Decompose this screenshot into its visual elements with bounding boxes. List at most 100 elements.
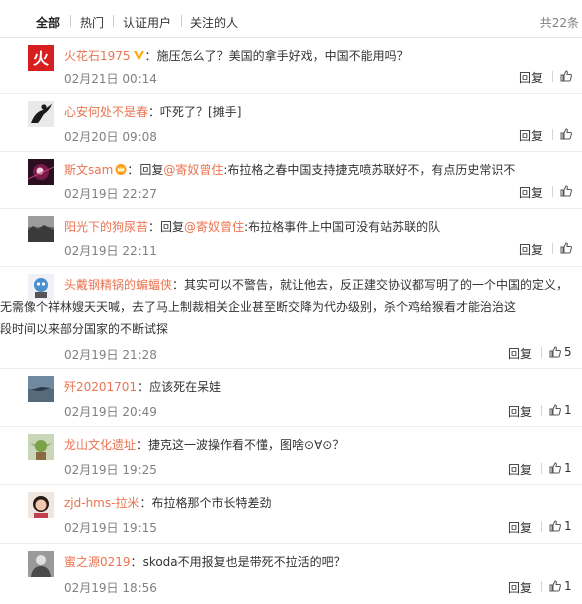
comment-text: 吓死了？[摊手] bbox=[160, 105, 242, 119]
thumbs-up-icon bbox=[560, 70, 572, 82]
reply-prefix: 回复 bbox=[139, 163, 164, 177]
comment-text: 应该死在呆娃 bbox=[149, 380, 222, 394]
thumbs-up-icon bbox=[549, 462, 561, 474]
user-avatar[interactable] bbox=[28, 216, 54, 242]
reply-button[interactable]: 回复 bbox=[519, 241, 543, 258]
like-button[interactable]: 1 bbox=[549, 579, 572, 593]
user-avatar[interactable] bbox=[28, 434, 54, 460]
comment-username[interactable]: 蜜之源0219 bbox=[64, 555, 131, 569]
crown-badge-icon bbox=[115, 164, 127, 175]
thumbs-up-icon bbox=[549, 580, 561, 592]
light-avatar-icon bbox=[28, 159, 54, 185]
like-button[interactable]: 5 bbox=[549, 345, 572, 359]
huo-avatar-icon: 火 bbox=[28, 45, 54, 71]
like-count: 5 bbox=[564, 345, 572, 359]
action-divider bbox=[541, 463, 542, 474]
action-divider bbox=[552, 71, 553, 82]
comment-time: 02月19日 18:56 bbox=[64, 581, 157, 595]
reply-button[interactable]: 回复 bbox=[508, 461, 532, 478]
comment-text: 捷克这一波操作看不懂，图啥⊙∀⊙？ bbox=[148, 438, 345, 452]
like-count: 1 bbox=[564, 461, 572, 475]
like-button[interactable] bbox=[560, 241, 572, 255]
comment-line: 心安何处不是春：吓死了？[摊手] bbox=[64, 105, 242, 119]
reply-button[interactable]: 回复 bbox=[508, 403, 532, 420]
comment-username[interactable]: zjd-hms-拉米 bbox=[64, 496, 139, 510]
comment-text: 布拉格那个市长特差劲 bbox=[151, 496, 272, 510]
user-avatar[interactable]: 火 bbox=[28, 45, 54, 71]
user-avatar[interactable] bbox=[28, 492, 54, 518]
like-button[interactable] bbox=[560, 184, 572, 198]
comment-time: 02月19日 20:49 bbox=[64, 405, 157, 419]
like-button[interactable] bbox=[560, 69, 572, 83]
comment-line: 歼20201701：应该死在呆娃 bbox=[64, 380, 222, 394]
comment-total-count: 共22条 bbox=[539, 16, 579, 30]
tab-divider bbox=[181, 15, 182, 27]
user-avatar[interactable] bbox=[28, 376, 54, 402]
reply-button[interactable]: 回复 bbox=[519, 127, 543, 144]
comment-time: 02月19日 19:15 bbox=[64, 521, 157, 535]
mention-link[interactable]: @寄奴曾住 bbox=[163, 163, 223, 177]
comment-username[interactable]: 头戴钢精锅的蝙蝠侠 bbox=[64, 278, 172, 292]
reply-button[interactable]: 回复 bbox=[508, 519, 532, 536]
comment-text: 其实可以不警告，就让他去，反正建交协议都写明了的一个中国的定义， bbox=[184, 278, 569, 292]
svg-text:火: 火 bbox=[33, 49, 50, 68]
tab-hot[interactable]: 热门 bbox=[80, 14, 104, 31]
comment-item: 火 火花石1975 ：施压怎么了？美国的拿手好戏，中国不能用吗？ 02月21日 0… bbox=[0, 38, 582, 94]
silhouette-avatar-icon bbox=[28, 101, 54, 127]
mention-link[interactable]: @寄奴曾住 bbox=[184, 220, 244, 234]
action-divider bbox=[541, 347, 542, 358]
user-avatar[interactable] bbox=[28, 551, 54, 577]
reply-button[interactable]: 回复 bbox=[519, 184, 543, 201]
action-divider bbox=[541, 405, 542, 416]
reply-button[interactable]: 回复 bbox=[508, 579, 532, 596]
action-divider bbox=[541, 581, 542, 592]
comment-line: 斯文sam ：回复@寄奴曾住:布拉格之春中国支持捷克喷苏联好不，有点历史常识不 bbox=[64, 163, 516, 177]
thumbs-up-icon bbox=[549, 520, 561, 532]
tab-divider bbox=[70, 15, 71, 27]
action-divider bbox=[552, 243, 553, 254]
like-button[interactable]: 1 bbox=[549, 519, 572, 533]
action-divider bbox=[552, 129, 553, 140]
reply-button[interactable]: 回复 bbox=[519, 69, 543, 86]
comment-text: :布拉格之春中国支持捷克喷苏联好不，有点历史常识不 bbox=[223, 163, 516, 177]
comment-username[interactable]: 阳光下的狗尿苔 bbox=[64, 220, 148, 234]
comment-username[interactable]: 心安何处不是春 bbox=[64, 105, 148, 119]
thumbs-up-icon bbox=[549, 404, 561, 416]
comment-item: 龙山文化遗址：捷克这一波操作看不懂，图啥⊙∀⊙？ 02月19日 19:25 回复… bbox=[0, 427, 582, 485]
comment-username[interactable]: 斯文sam bbox=[64, 163, 113, 177]
tab-verified-users[interactable]: 认证用户 bbox=[123, 14, 171, 31]
yoda-avatar-icon bbox=[28, 434, 54, 460]
tab-all[interactable]: 全部 bbox=[36, 14, 60, 31]
reply-button[interactable]: 回复 bbox=[508, 345, 532, 362]
user-avatar[interactable] bbox=[28, 159, 54, 185]
thumbs-up-icon bbox=[560, 128, 572, 140]
like-count: 1 bbox=[564, 519, 572, 533]
user-avatar[interactable] bbox=[28, 101, 54, 127]
comment-line: 龙山文化遗址：捷克这一波操作看不懂，图啥⊙∀⊙？ bbox=[64, 438, 345, 452]
comment-time: 02月21日 00:14 bbox=[64, 72, 157, 86]
comment-time: 02月20日 09:08 bbox=[64, 130, 157, 144]
like-button[interactable]: 1 bbox=[549, 461, 572, 475]
like-button[interactable]: 1 bbox=[549, 403, 572, 417]
comment-line: 阳光下的狗尿苔：回复@寄奴曾住:布拉格事件上中国可没有站苏联的队 bbox=[64, 220, 441, 234]
landscape-avatar-icon bbox=[28, 216, 54, 242]
comment-text-line-3: 段时间以来部分国家的不断试探 bbox=[0, 322, 169, 336]
comment-username[interactable]: 火花石1975 bbox=[64, 49, 131, 63]
portrait-avatar-icon bbox=[28, 492, 54, 518]
grayscale-avatar-icon bbox=[28, 551, 54, 577]
like-count: 1 bbox=[564, 579, 572, 593]
comment-item: 心安何处不是春：吓死了？[摊手] 02月20日 09:08 回复 bbox=[0, 94, 582, 152]
comment-line: 头戴钢精锅的蝙蝠侠：其实可以不警告，就让他去，反正建交协议都写明了的一个中国的定… bbox=[0, 274, 576, 340]
comment-text: skoda不用报复也是带死不拉活的吧？ bbox=[142, 555, 346, 569]
tab-following[interactable]: 关注的人 bbox=[190, 14, 238, 31]
comment-filter-tabs: 全部 热门 认证用户 关注的人 共22条 bbox=[0, 0, 582, 38]
comment-item: 蜜之源0219：skoda不用报复也是带死不拉活的吧？ 02月19日 18:56… bbox=[0, 544, 582, 604]
like-count: 1 bbox=[564, 403, 572, 417]
comment-item: 阳光下的狗尿苔：回复@寄奴曾住:布拉格事件上中国可没有站苏联的队 02月19日 … bbox=[0, 209, 582, 267]
action-divider bbox=[541, 521, 542, 532]
comment-username[interactable]: 歼20201701 bbox=[64, 380, 137, 394]
verified-badge-icon bbox=[133, 51, 144, 60]
comment-item: 头戴钢精锅的蝙蝠侠：其实可以不警告，就让他去，反正建交协议都写明了的一个中国的定… bbox=[0, 267, 582, 369]
like-button[interactable] bbox=[560, 127, 572, 141]
comment-username[interactable]: 龙山文化遗址 bbox=[64, 438, 136, 452]
